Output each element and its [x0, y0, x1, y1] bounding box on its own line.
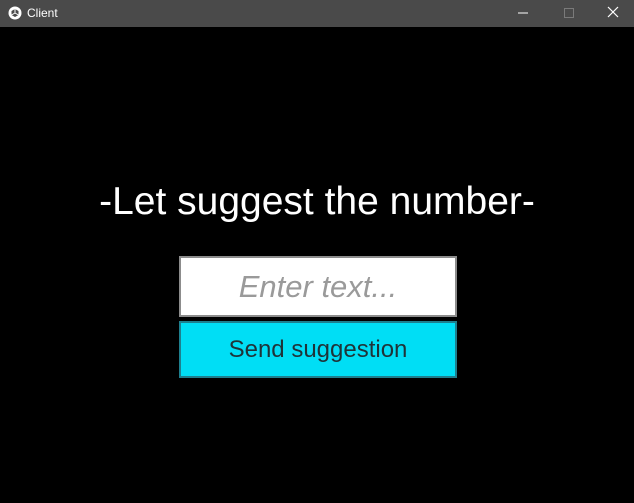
app-window: Client -Let suggest the number- Enter te…	[0, 0, 634, 503]
close-button[interactable]	[592, 0, 634, 27]
minimize-button[interactable]	[500, 0, 546, 27]
minimize-icon	[518, 5, 528, 23]
page-heading: -Let suggest the number-	[99, 180, 535, 223]
title-bar[interactable]: Client	[0, 0, 634, 27]
suggestion-input[interactable]	[179, 256, 457, 317]
window-title: Client	[27, 6, 58, 20]
close-icon	[607, 5, 619, 23]
send-suggestion-button[interactable]: Send suggestion	[179, 321, 457, 378]
game-view: -Let suggest the number- Send suggestion	[0, 27, 634, 503]
maximize-button[interactable]	[546, 0, 592, 27]
maximize-icon	[564, 5, 574, 23]
unity-icon	[8, 6, 22, 20]
